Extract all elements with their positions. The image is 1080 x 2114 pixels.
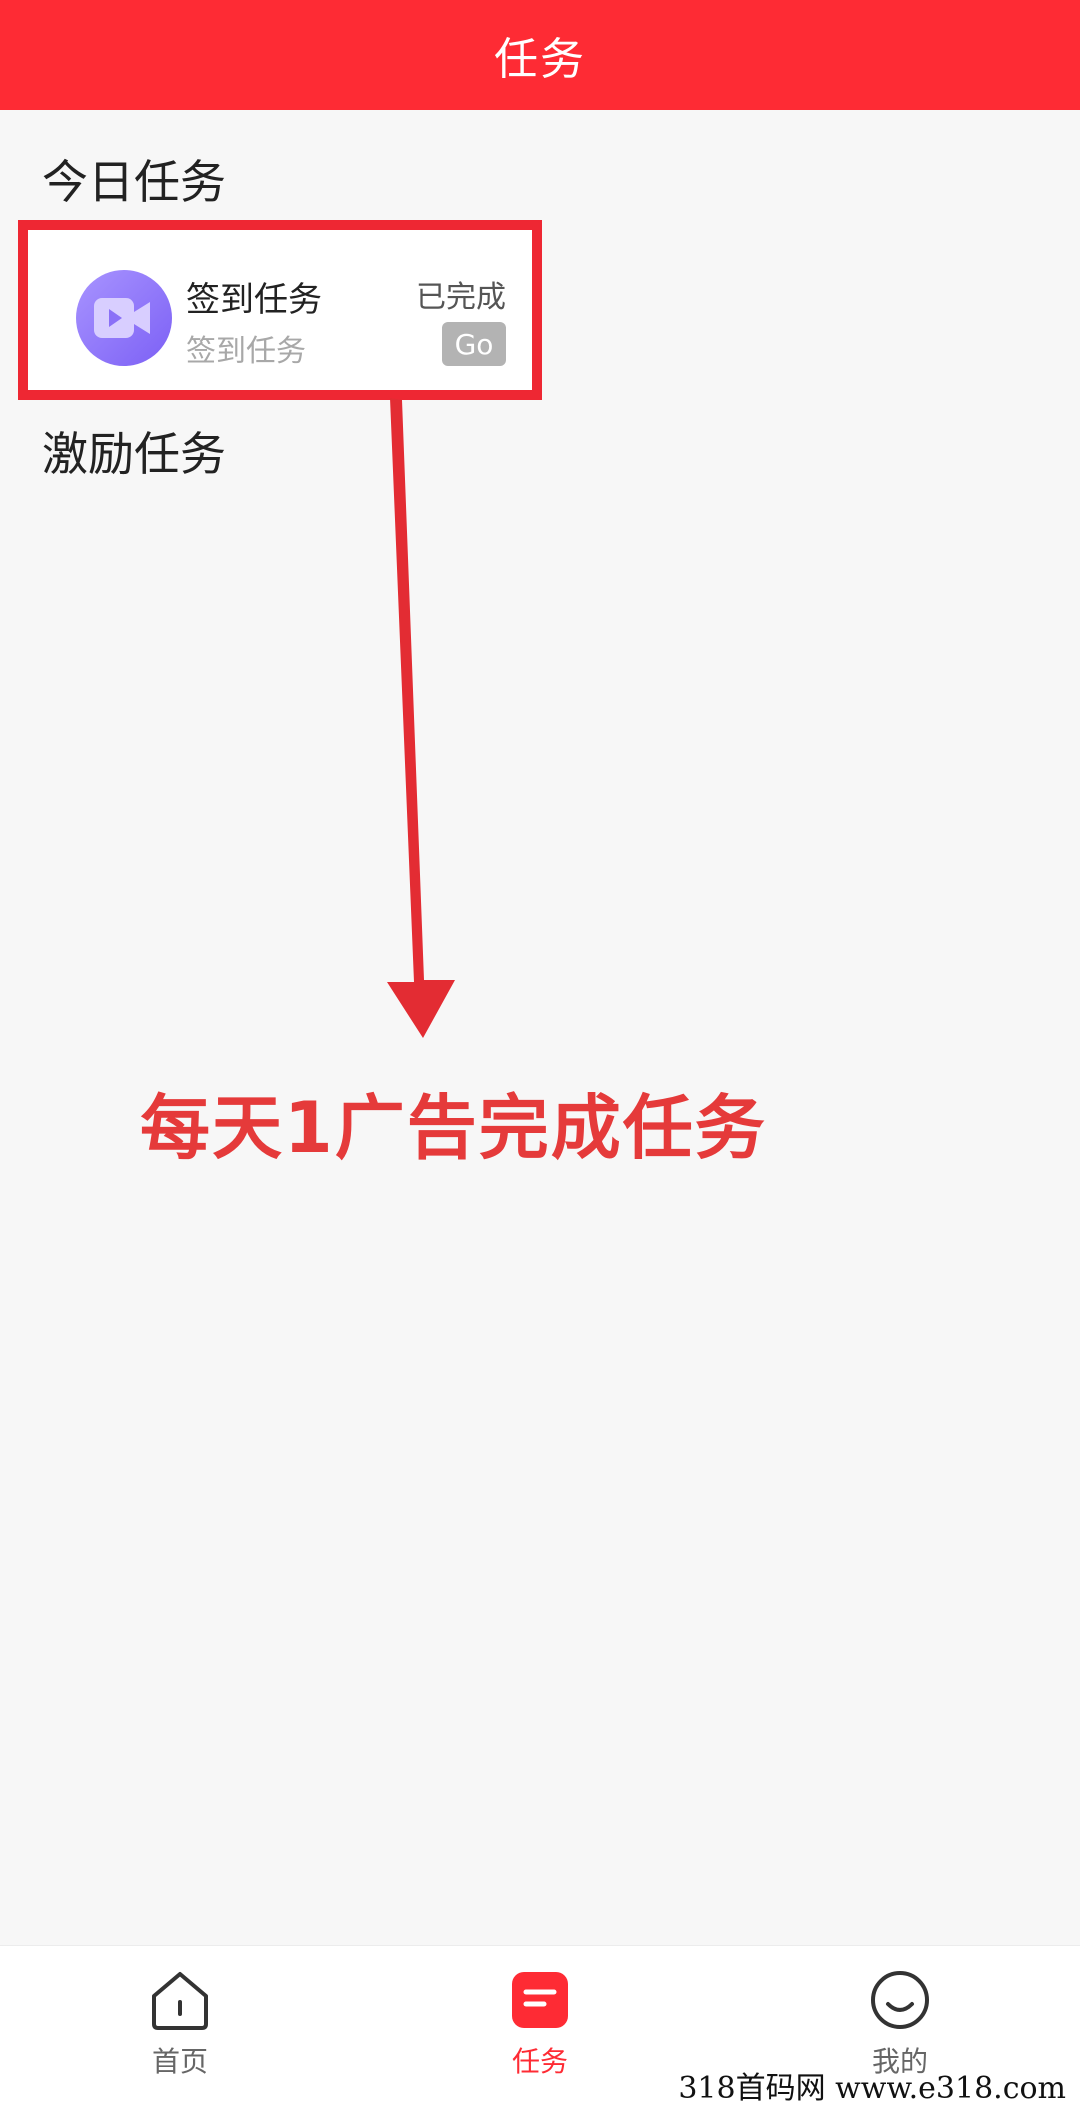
tab-tasks-label: 任务 xyxy=(511,2045,568,2078)
smile-icon xyxy=(871,1971,929,2029)
task-list-icon xyxy=(512,1972,568,2028)
tab-home[interactable]: 首页 xyxy=(80,1968,280,2088)
tab-home-label: 首页 xyxy=(151,2045,208,2078)
tab-tasks[interactable]: 任务 xyxy=(440,1968,640,2088)
annotation-text: 每天1广告完成任务 xyxy=(140,1087,767,1169)
watermark: 318首码网 www.e318.com xyxy=(678,2071,1066,2106)
annotation-arrow xyxy=(387,398,455,1038)
home-icon xyxy=(152,1972,208,2030)
